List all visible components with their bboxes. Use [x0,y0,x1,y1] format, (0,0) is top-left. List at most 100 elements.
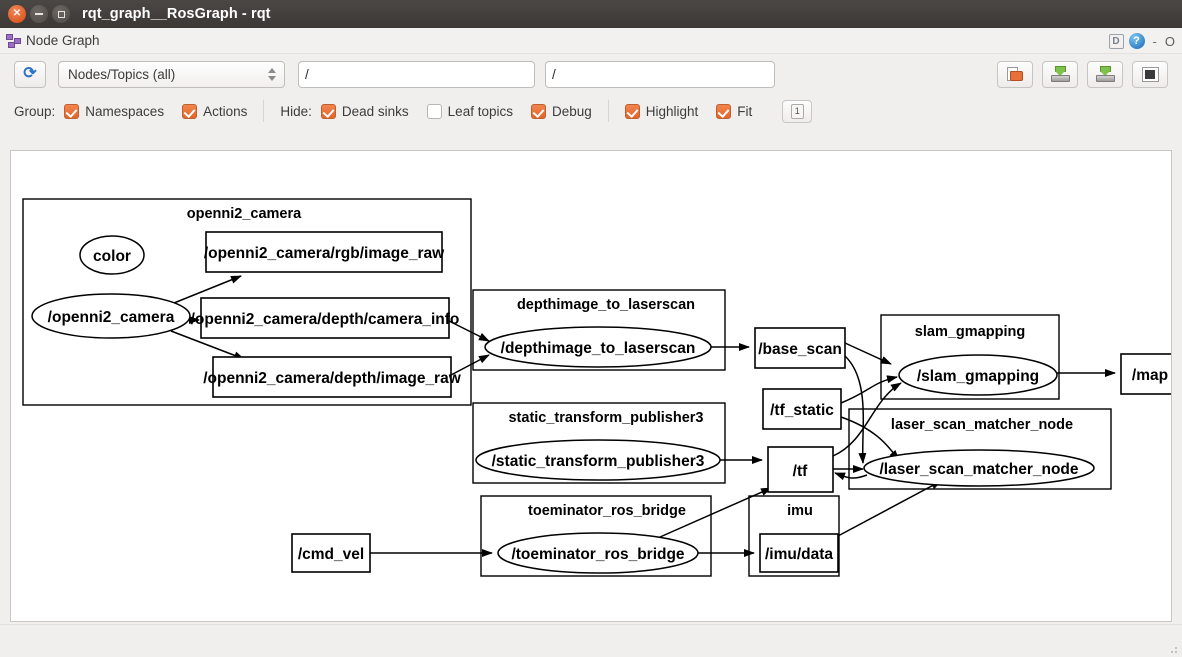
hide-label: Hide: [280,103,312,119]
checkbox-icon[interactable] [716,103,732,119]
topic-filter-input[interactable]: / [298,60,535,88]
node-slam-gmapping[interactable]: /slam_gmapping [898,354,1058,396]
topic-imu-data[interactable]: /imu/data [759,533,839,573]
cluster-title-slam-gmapping: slam_gmapping [915,324,1025,340]
topic-label: /imu/data [765,546,833,563]
cluster-title-imu: imu [787,503,813,519]
checkbox-leaf-topics[interactable]: Leaf topics [426,103,513,119]
resize-grip-icon[interactable] [1167,643,1179,655]
divider [607,100,609,122]
node-label: /laser_scan_matcher_node [879,461,1078,478]
load-dot-button[interactable] [997,60,1033,88]
checkbox-namespaces[interactable]: Namespaces [64,103,165,119]
checkbox-actions-label: Actions [203,103,248,119]
panel-close-icon[interactable]: O [1165,34,1175,49]
zoom-reset-button[interactable]: 1 [782,99,813,123]
close-icon[interactable]: ✕ [8,5,26,23]
checkbox-icon[interactable] [320,103,336,119]
node-filter-input[interactable]: / [545,60,775,88]
divider [263,100,265,122]
filter-select[interactable]: Nodes/Topics (all) [58,60,285,88]
topic-label: /map [1132,367,1168,384]
checkbox-icon[interactable] [624,103,640,119]
save-dot-button[interactable] [1042,60,1078,88]
topic-base-scan[interactable]: /base_scan [754,327,846,369]
export-image-button[interactable] [1132,60,1168,88]
toolbar-right-buttons [997,54,1168,94]
graph-canvas[interactable]: openni2_camera depthimage_to_laserscan s… [10,150,1172,622]
cluster-title-laser-scan-matcher-node: laser_scan_matcher_node [891,417,1073,433]
hide-options: Hide: Dead sinks Leaf topics Debug [280,103,592,119]
help-icon[interactable]: ? [1128,33,1145,49]
undock-icon[interactable]: D [1108,33,1124,49]
topic-rgb-image-raw[interactable]: /openni2_camera/rgb/image_raw [204,231,445,273]
topic-label: /base_scan [758,341,842,358]
checkbox-debug-label: Debug [551,103,592,119]
node-toeminator-ros-bridge[interactable]: /toeminator_ros_bridge [497,532,699,574]
filter-select-value: Nodes/Topics (all) [68,66,176,82]
checkbox-namespaces-label: Namespaces [85,103,165,119]
refresh-icon: ⟳ [23,65,37,82]
panel-minimize-icon[interactable]: - [1150,34,1160,49]
checkbox-icon[interactable] [530,103,546,119]
checkbox-debug[interactable]: Debug [530,103,592,119]
window-title: rqt_graph__RosGraph - rqt [82,6,271,22]
node-openni2-camera[interactable]: /openni2_camera [31,293,191,339]
topic-label: /tf [793,463,808,480]
view-options: Highlight Fit 1 [624,99,813,123]
graph-options-bar: Group: Namespaces Actions Hide: Dead sin… [0,94,1182,128]
checkbox-icon[interactable] [182,103,198,119]
topic-label: /openni2_camera/depth/image_raw [203,370,462,387]
edge-laser-scan-matcher-to-tf [834,472,868,481]
checkbox-highlight-label: Highlight [645,103,699,119]
topic-map[interactable]: /map [1120,353,1171,395]
topic-cmd-vel[interactable]: /cmd_vel [291,533,371,573]
node-laser-scan-matcher-node[interactable]: /laser_scan_matcher_node [863,449,1095,487]
checkbox-fit-label: Fit [737,103,753,119]
cluster-title-depthimage-to-laserscan: depthimage_to_laserscan [517,297,695,313]
topic-depth-camera-info[interactable]: /openni2_camera/depth/camera_info [191,297,460,339]
topic-label: /openni2_camera/rgb/image_raw [204,245,445,262]
edge-base-scan-to-slam-gmapping [844,342,892,365]
group-label: Group: [14,103,56,119]
checkbox-highlight[interactable]: Highlight [624,103,699,119]
save-image-button[interactable] [1087,60,1123,88]
checkbox-icon[interactable] [426,103,442,119]
graph-toolbar: ⟳ Nodes/Topics (all) / / [0,54,1182,94]
node-label: color [93,248,131,265]
topic-depth-image-raw[interactable]: /openni2_camera/depth/image_raw [203,356,462,398]
checkbox-dead-sinks[interactable]: Dead sinks [320,103,409,119]
node-depthimage-to-laserscan[interactable]: /depthimage_to_laserscan [484,326,712,368]
cluster-title-openni2-camera: openni2_camera [187,206,302,222]
maximize-icon[interactable] [52,5,70,23]
save-dot-icon [1050,66,1070,82]
node-graph-icon [6,33,22,49]
open-folder-icon [1006,66,1024,82]
graph-topics: /openni2_camera/rgb/image_raw /openni2_c… [191,231,1171,573]
minimize-icon[interactable] [30,5,48,23]
checkbox-fit[interactable]: Fit [716,103,753,119]
cluster-title-static-transform-publisher3: static_transform_publisher3 [508,410,703,426]
window-controls: ✕ [8,5,70,23]
node-static-transform-publisher3[interactable]: /static_transform_publisher3 [475,439,721,481]
node-label: /openni2_camera [48,309,175,326]
image-icon [1141,66,1159,82]
node-label: /depthimage_to_laserscan [501,340,696,357]
ros-node-graph[interactable]: openni2_camera depthimage_to_laserscan s… [11,151,1171,621]
checkbox-dead-sinks-label: Dead sinks [341,103,409,119]
node-label: /slam_gmapping [917,368,1039,385]
topic-filter-value: / [305,66,309,82]
refresh-button[interactable]: ⟳ [14,60,46,88]
checkbox-actions[interactable]: Actions [182,103,248,119]
checkbox-icon[interactable] [64,103,80,119]
cluster-title-toeminator-ros-bridge: toeminator_ros_bridge [528,503,686,519]
panel-header: Node Graph D ? - O [0,28,1182,54]
chevron-updown-icon [268,67,280,81]
window-titlebar: ✕ rqt_graph__RosGraph - rqt [0,0,1182,28]
topic-tf-static[interactable]: /tf_static [762,388,842,430]
node-label: /toeminator_ros_bridge [511,546,684,563]
node-filter-value: / [552,66,556,82]
node-color[interactable]: color [79,235,145,275]
topic-tf[interactable]: /tf [767,446,834,493]
panel-title: Node Graph [26,33,100,48]
